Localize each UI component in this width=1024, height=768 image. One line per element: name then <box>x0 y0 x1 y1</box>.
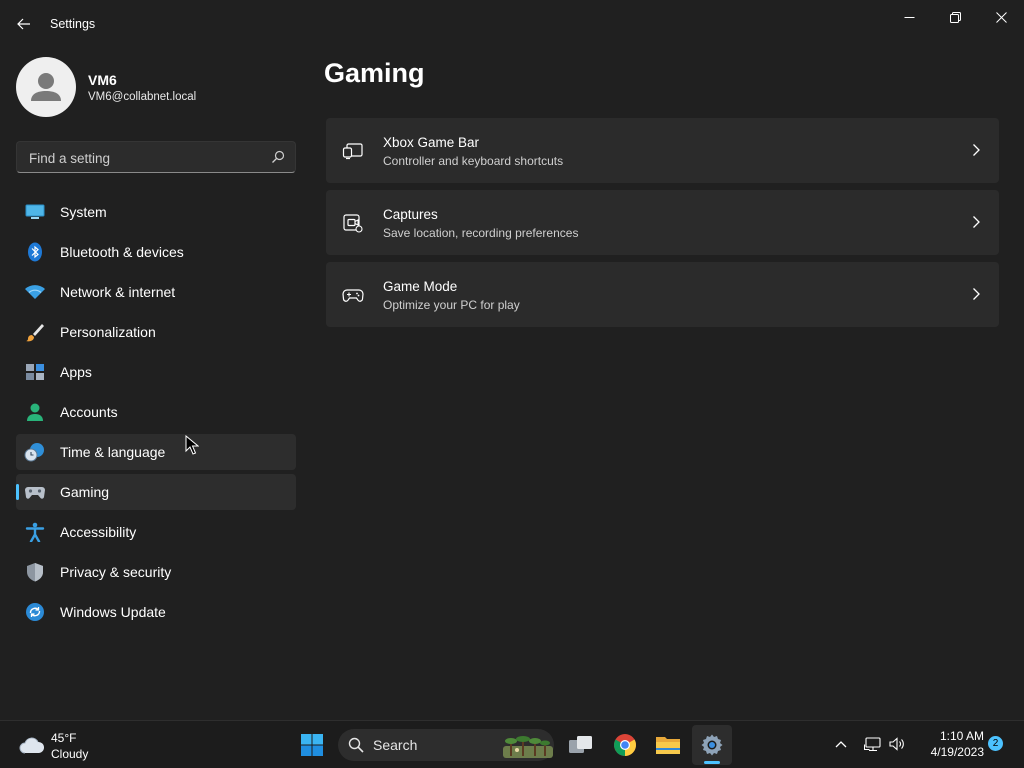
notification-badge[interactable]: 2 <box>988 736 1003 751</box>
sidebar-item-windows-update[interactable]: Windows Update <box>16 594 296 630</box>
gamepad-icon <box>342 289 364 302</box>
file-explorer-button[interactable] <box>648 725 688 765</box>
sidebar-item-personalization[interactable]: Personalization <box>16 314 296 350</box>
chevron-right-icon <box>973 288 980 300</box>
globe-clock-icon <box>24 443 44 462</box>
sidebar-item-gaming[interactable]: Gaming <box>16 474 296 510</box>
game-bar-icon <box>342 143 363 160</box>
minimize-icon <box>904 16 914 18</box>
card-description: Controller and keyboard shortcuts <box>383 154 564 168</box>
paintbrush-icon <box>26 324 44 342</box>
settings-taskbar-button[interactable] <box>692 725 732 765</box>
sidebar-item-label: Bluetooth & devices <box>60 244 184 260</box>
accessibility-icon <box>25 522 45 542</box>
sidebar-item-label: Personalization <box>60 324 156 340</box>
sidebar-nav: System Bluetooth & devices Network & int… <box>16 194 296 634</box>
sidebar-item-label: Privacy & security <box>60 564 172 580</box>
file-explorer-icon <box>656 737 680 754</box>
bluetooth-icon <box>28 242 42 262</box>
restore-icon <box>949 11 961 23</box>
weather-temperature: 45°F <box>51 731 77 745</box>
sidebar-item-label: Accounts <box>60 404 118 420</box>
volume-icon <box>889 737 904 751</box>
card-description: Optimize your PC for play <box>383 298 520 312</box>
chevron-right-icon <box>973 144 980 156</box>
search-highlight-art-icon <box>503 736 553 758</box>
restore-button[interactable] <box>932 2 978 32</box>
user-avatar-icon <box>31 73 61 101</box>
sidebar-item-accessibility[interactable]: Accessibility <box>16 514 296 550</box>
weather-condition: Cloudy <box>51 747 89 761</box>
search-icon <box>348 737 364 753</box>
app-title: Settings <box>50 17 96 31</box>
user-email: VM6@collabnet.local <box>88 91 197 103</box>
page-title: Gaming <box>324 58 425 88</box>
search-icon[interactable] <box>271 150 285 164</box>
network-tray-button[interactable] <box>862 733 884 755</box>
sidebar-item-label: Network & internet <box>60 284 176 300</box>
sidebar-item-label: Windows Update <box>60 604 166 620</box>
close-button[interactable] <box>978 2 1024 32</box>
start-icon <box>301 734 323 756</box>
shield-icon <box>27 563 43 582</box>
capture-icon <box>343 214 363 233</box>
wifi-icon <box>25 285 45 299</box>
minimize-button[interactable] <box>886 2 932 32</box>
avatar[interactable] <box>16 57 76 117</box>
taskbar-clock[interactable]: 1:10 AM 4/19/2023 <box>914 728 984 762</box>
clock-date: 4/19/2023 <box>930 745 984 759</box>
task-view-icon <box>569 736 592 753</box>
sidebar-item-label: Accessibility <box>60 524 137 540</box>
back-button[interactable] <box>12 12 36 36</box>
task-view-button[interactable] <box>561 725 601 765</box>
back-arrow-icon <box>17 18 30 30</box>
close-icon <box>995 11 1007 23</box>
chevron-up-icon <box>835 741 847 748</box>
update-icon <box>26 603 44 621</box>
gamepad-icon <box>25 487 45 499</box>
sidebar-item-label: Time & language <box>60 444 166 460</box>
card-title: Game Mode <box>383 279 458 294</box>
sidebar-item-accounts[interactable]: Accounts <box>16 394 296 430</box>
sidebar-item-system[interactable]: System <box>16 194 296 230</box>
show-hidden-icons-button[interactable] <box>830 733 852 755</box>
card-game-mode[interactable]: Game Mode Optimize your PC for play <box>326 262 999 327</box>
settings-search-box[interactable] <box>16 141 296 174</box>
cloud-icon <box>19 737 45 754</box>
card-captures[interactable]: Captures Save location, recording prefer… <box>326 190 999 255</box>
sidebar-item-bluetooth[interactable]: Bluetooth & devices <box>16 234 296 270</box>
sidebar-item-label: System <box>60 204 107 220</box>
card-description: Save location, recording preferences <box>383 226 579 240</box>
clock-time: 1:10 AM <box>939 729 984 743</box>
sidebar-item-time-language[interactable]: Time & language <box>16 434 296 470</box>
settings-icon <box>701 734 723 756</box>
user-name: VM6 <box>88 72 117 88</box>
network-icon <box>864 737 881 752</box>
weather-widget[interactable]: 45°F Cloudy <box>14 729 114 763</box>
sidebar-item-label: Apps <box>60 364 92 380</box>
card-title: Xbox Game Bar <box>383 135 480 150</box>
apps-icon <box>26 364 44 380</box>
sidebar-item-label: Gaming <box>60 484 110 500</box>
start-button[interactable] <box>292 725 332 765</box>
taskbar: 45°F Cloudy Search 1:10 AM 4/19/2023 <box>0 720 1024 768</box>
settings-search-input[interactable] <box>27 142 271 174</box>
taskbar-search-label: Search <box>373 737 418 753</box>
title-bar: Settings <box>0 0 1024 48</box>
card-title: Captures <box>383 207 438 222</box>
chevron-right-icon <box>973 216 980 228</box>
system-icon <box>25 204 45 219</box>
chrome-button[interactable] <box>605 725 645 765</box>
card-xbox-game-bar[interactable]: Xbox Game Bar Controller and keyboard sh… <box>326 118 999 183</box>
sidebar-item-apps[interactable]: Apps <box>16 354 296 390</box>
person-icon <box>27 403 43 421</box>
sidebar-item-network[interactable]: Network & internet <box>16 274 296 310</box>
chrome-icon <box>614 734 636 756</box>
taskbar-search[interactable]: Search <box>338 729 554 761</box>
sidebar-item-privacy[interactable]: Privacy & security <box>16 554 296 590</box>
volume-tray-button[interactable] <box>886 733 908 755</box>
